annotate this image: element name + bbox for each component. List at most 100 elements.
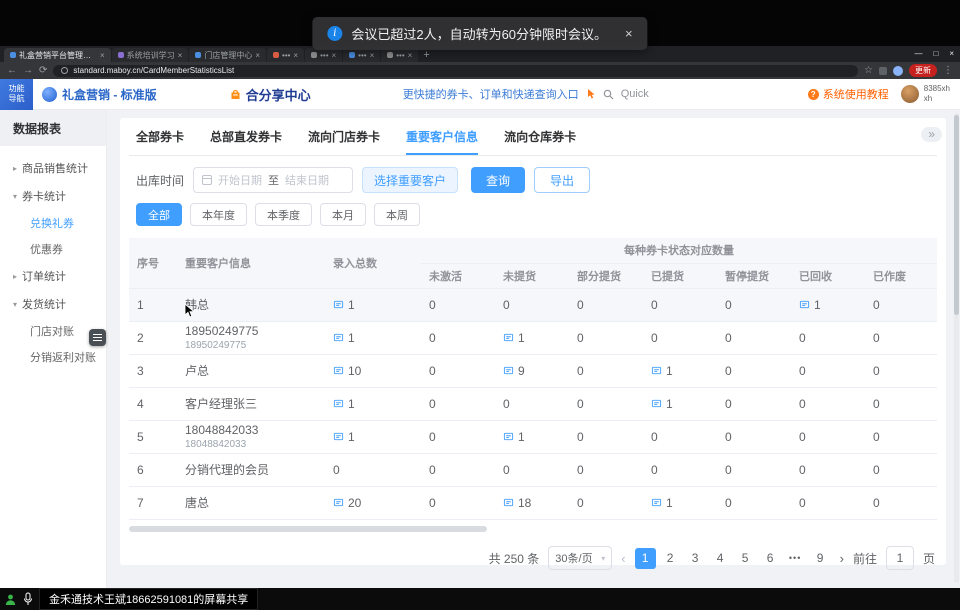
brand: 礼盒营销 - 标准版	[42, 86, 157, 103]
status-column-header: 已作废	[865, 263, 937, 288]
tab-close-icon[interactable]: ×	[178, 51, 183, 60]
panel-collapse-button[interactable]: »	[921, 127, 942, 142]
status-count-cell: 0	[421, 420, 495, 453]
tab-close-icon[interactable]: ×	[100, 51, 105, 60]
user-name: 8385xh xh	[924, 84, 950, 103]
content-tab[interactable]: 重要客户信息	[406, 128, 478, 155]
quick-filter-chip[interactable]: 本年度	[190, 203, 247, 226]
tab-close-icon[interactable]: ×	[293, 51, 298, 60]
back-icon[interactable]: ←	[7, 66, 17, 76]
pagination-page[interactable]: 5	[735, 548, 756, 569]
close-window-button[interactable]: ×	[949, 49, 954, 58]
pagination: 共 250 条 30条/页 ▾ ‹ 123456•••9 › 前往 1 页	[129, 546, 937, 570]
sidebar-item[interactable]: ▸商品销售统计	[0, 154, 106, 182]
sidebar-item[interactable]: ▾券卡统计	[0, 182, 106, 210]
sidebar-item[interactable]: ▸订单统计	[0, 262, 106, 290]
reload-icon[interactable]: ⟳	[39, 66, 47, 76]
update-button[interactable]: 更新	[909, 64, 937, 77]
browser-tab[interactable]: 系统培训学习×	[112, 48, 189, 62]
prev-page-icon[interactable]: ‹	[621, 551, 625, 566]
content-tab[interactable]: 流向门店券卡	[308, 128, 380, 155]
status-count-cell: 1	[495, 420, 569, 453]
pagination-page[interactable]: 9	[810, 548, 831, 569]
card-count-icon	[333, 431, 344, 442]
function-nav-toggle[interactable]: 功能 导航	[0, 79, 33, 110]
tutorial-link[interactable]: ? 系统使用教程	[808, 86, 889, 102]
content-tab[interactable]: 全部券卡	[136, 128, 184, 155]
card-count-icon	[333, 332, 344, 343]
browser-tab[interactable]: 门店管理中心×	[189, 48, 266, 62]
pagination-page[interactable]: 1	[635, 548, 656, 569]
table-body: 1韩总1000001021895024977518950249775101000…	[129, 288, 937, 519]
browser-menu-icon[interactable]: ⋮	[943, 66, 953, 76]
export-button[interactable]: 导出	[534, 167, 590, 193]
search-icon[interactable]	[603, 89, 614, 100]
quick-filter-chip[interactable]: 本月	[320, 203, 366, 226]
share-center-link[interactable]: 合分享中心	[229, 85, 311, 104]
query-button[interactable]: 查询	[471, 167, 525, 193]
tab-close-icon[interactable]: ×	[255, 51, 260, 60]
browser-tab[interactable]: •••×	[343, 48, 380, 62]
status-count-cell: 1	[643, 354, 717, 387]
tab-close-icon[interactable]: ×	[370, 51, 375, 60]
pagination-page[interactable]: 6	[760, 548, 781, 569]
quick-filter-chip[interactable]: 全部	[136, 203, 182, 226]
card-tabs: 全部券卡总部直发券卡流向门店券卡重要客户信息流向仓库券卡	[129, 118, 937, 156]
quick-filter-chip[interactable]: 本周	[374, 203, 420, 226]
quick-filter-chip[interactable]: 本季度	[255, 203, 312, 226]
browser-tab[interactable]: •••×	[267, 48, 304, 62]
content-tab[interactable]: 流向仓库券卡	[504, 128, 576, 155]
page-size-select[interactable]: 30条/页 ▾	[548, 546, 612, 570]
table-row[interactable]: 6分销代理的会员00000000	[129, 453, 937, 486]
forward-icon[interactable]: →	[23, 66, 33, 76]
maximize-button[interactable]: □	[933, 49, 938, 58]
new-tab-button[interactable]: +	[423, 50, 429, 61]
tab-close-icon[interactable]: ×	[408, 51, 413, 60]
tab-strip-tabs: 礼盒营销平台管理中心×系统培训学习×门店管理中心×•••×•••×•••×•••…	[4, 48, 418, 62]
sidebar-item[interactable]: ▾发货统计	[0, 290, 106, 318]
status-count-cell: 0	[643, 453, 717, 486]
url-bar[interactable]: standard.maboy.cn/CardMemberStatisticsLi…	[53, 65, 858, 77]
minimize-button[interactable]: —	[914, 49, 922, 58]
sidebar-subitem[interactable]: 兑换礼券	[0, 210, 106, 236]
tab-favicon-icon	[195, 52, 201, 58]
toast-close-icon[interactable]: ×	[625, 26, 633, 41]
caret-right-icon: ▸	[13, 164, 17, 173]
table-row[interactable]: 7唐总2001801000	[129, 486, 937, 519]
site-info-icon[interactable]	[61, 67, 68, 74]
table-row[interactable]: 1韩总10000010	[129, 288, 937, 321]
table-wrapper: 序号 重要客户信息 录入总数 每种券卡状态对应数量 未激活未提货部分提货已提货暂…	[129, 238, 937, 522]
horizontal-scrollbar-thumb[interactable]	[129, 526, 487, 532]
status-count-cell: 1	[643, 486, 717, 519]
table-row[interactable]: 5180488420331804884203310100000	[129, 420, 937, 453]
table-row[interactable]: 2189502497751895024977510100000	[129, 321, 937, 354]
page-scrollbar-thumb[interactable]	[954, 115, 959, 315]
content-tab[interactable]: 总部直发券卡	[210, 128, 282, 155]
select-customer-button[interactable]: 选择重要客户	[362, 167, 458, 193]
sidebar-subitem[interactable]: 分销返利对账	[0, 344, 106, 370]
sidebar-subitem[interactable]: 优惠券	[0, 236, 106, 262]
user-menu[interactable]: 8385xh xh	[901, 84, 950, 103]
browser-profile-icon[interactable]	[893, 66, 903, 76]
status-count-cell: 0	[421, 288, 495, 321]
card-count-icon	[333, 497, 344, 508]
browser-tab[interactable]: 礼盒营销平台管理中心×	[4, 48, 111, 62]
next-page-icon[interactable]: ›	[840, 551, 844, 566]
sidebar-collapse-handle[interactable]	[89, 329, 106, 346]
microphone-icon[interactable]	[23, 592, 33, 606]
table-row[interactable]: 4客户经理张三10001000	[129, 387, 937, 420]
goto-page-input[interactable]: 1	[886, 546, 914, 570]
quick-search-label[interactable]: Quick	[621, 88, 649, 100]
date-range-input[interactable]: 开始日期 至 结束日期	[193, 167, 353, 193]
extensions-icon[interactable]	[879, 67, 887, 75]
browser-tab[interactable]: •••×	[381, 48, 418, 62]
pagination-page[interactable]: 3	[685, 548, 706, 569]
browser-tab[interactable]: •••×	[305, 48, 342, 62]
pagination-page[interactable]: 2	[660, 548, 681, 569]
customer-cell: 客户经理张三	[177, 387, 325, 420]
bookmark-star-icon[interactable]: ☆	[864, 66, 873, 76]
table-row[interactable]: 3卢总100901000	[129, 354, 937, 387]
tab-favicon-icon	[349, 52, 355, 58]
pagination-page[interactable]: 4	[710, 548, 731, 569]
tab-close-icon[interactable]: ×	[332, 51, 337, 60]
